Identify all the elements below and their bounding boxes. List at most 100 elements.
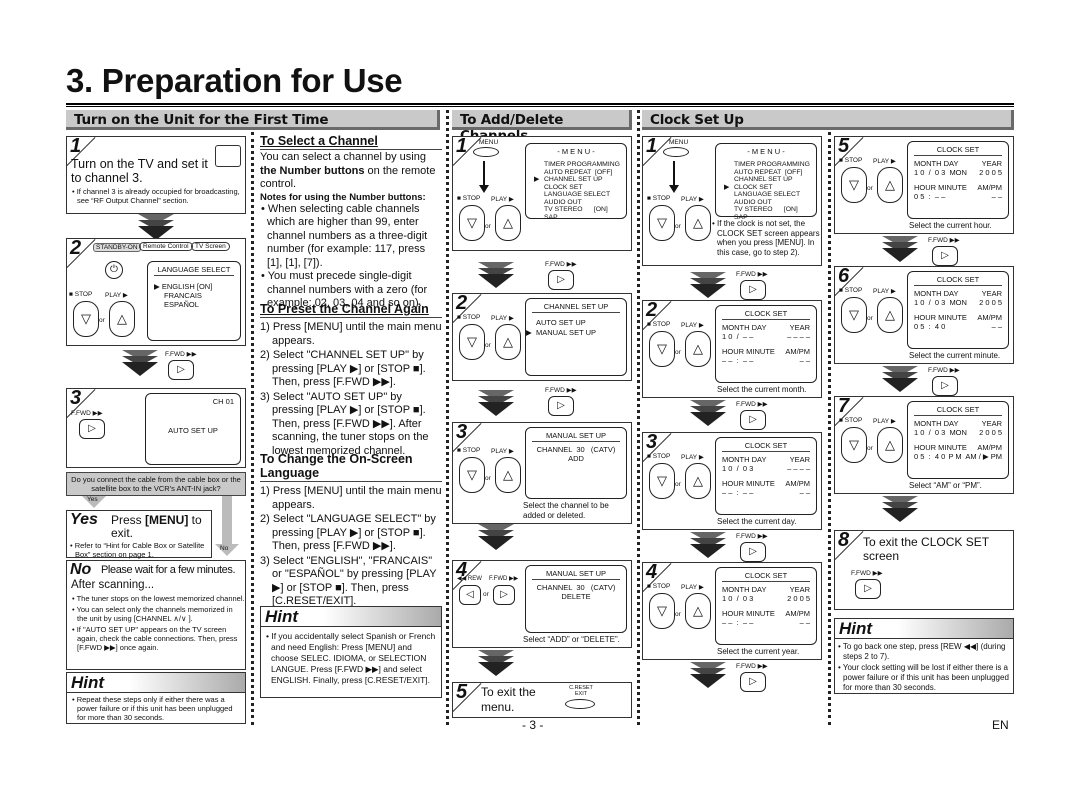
tv-screen-clock-set: CLOCK SET MONTH DAY YEAR 1 0 / 0 3 MON 2 0… — [907, 271, 1009, 349]
down-arrow-icon — [122, 350, 158, 386]
play-up-button[interactable]: △ — [877, 167, 903, 203]
stop-down-button[interactable]: ▽ — [649, 331, 675, 367]
hint-title: Hint — [835, 619, 1013, 639]
play-up-button[interactable]: △ — [685, 331, 711, 367]
screen-title: CLOCK SET — [722, 441, 810, 452]
play-up-button[interactable]: △ — [685, 463, 711, 499]
menu-button[interactable] — [663, 147, 689, 157]
mode-value: DELETE — [561, 592, 591, 601]
time-value: 0 5 : – – — [914, 192, 946, 201]
screen-title: LANGUAGE SELECT — [154, 265, 234, 276]
column-divider — [637, 110, 640, 725]
step-number: 8 — [838, 529, 850, 551]
stop-down-button[interactable]: ▽ — [73, 301, 99, 337]
time-value: – – : – – — [722, 488, 754, 497]
date-values: 1 0 / 0 3 MON 2 0 0 5 — [914, 168, 1002, 177]
column-divider — [828, 132, 831, 725]
note-item: • The tuner stops on the lowest memorize… — [72, 594, 245, 603]
stop-down-button[interactable]: ▽ — [841, 297, 867, 333]
ffwd-button[interactable]: ▷ — [548, 270, 574, 290]
menu-item: TV STEREO [ON] — [734, 206, 798, 213]
play-up-button[interactable]: △ — [877, 427, 903, 463]
ffwd-button[interactable]: ▷ — [493, 585, 515, 605]
ffwd-button[interactable]: ▷ — [548, 396, 574, 416]
time-values: – – : – – – – — [722, 488, 810, 497]
stop-down-button[interactable]: ▽ — [649, 593, 675, 629]
play-up-button[interactable]: △ — [495, 324, 521, 360]
play-up-button[interactable]: △ — [495, 205, 521, 241]
ffwd-button[interactable]: ▷ — [855, 579, 881, 599]
hint-box-language: Hint • If you accidentally select Spanis… — [260, 606, 442, 698]
stop-label: ■ STOP — [839, 287, 863, 294]
menu-item: LANGUAGE SELECT — [734, 191, 801, 198]
date-headers: MONTH DAY YEAR — [722, 585, 810, 594]
screen-title: CLOCK SET — [722, 571, 810, 582]
stop-down-button[interactable]: ▽ — [459, 324, 485, 360]
step-caption: Select the current year. — [717, 647, 800, 656]
first-time-step-3: 3 F.FWD ▶▶ ▷ CH 01 AUTO SET UP — [66, 387, 246, 468]
power-button-icon[interactable]: ⏻ — [105, 261, 123, 279]
menu-label: MENU — [479, 139, 499, 146]
stop-down-button[interactable]: ▽ — [841, 427, 867, 463]
selection-arrow-icon: ▶ — [534, 176, 540, 183]
step-number: 4 — [646, 561, 658, 583]
time-values: 0 5 : – – – – — [914, 192, 1002, 201]
time-value: 0 5 : 4 0 — [914, 452, 946, 461]
menu-item: AUTO REPEAT [OFF] — [734, 168, 803, 176]
ampm-value: – – — [799, 618, 810, 627]
ffwd-button[interactable]: ▷ — [932, 246, 958, 266]
ffwd-button[interactable]: ▷ — [79, 419, 105, 439]
time-headers: HOUR MINUTE AM/PM — [914, 313, 1002, 322]
play-up-button[interactable]: △ — [877, 297, 903, 333]
play-up-button[interactable]: △ — [685, 593, 711, 629]
stop-down-button[interactable]: ▽ — [649, 463, 675, 499]
tv-screen-channel-setup: CHANNEL SET UP AUTO SET UP MANUAL SET UP ▶ — [525, 298, 627, 376]
stop-down-button[interactable]: ▽ — [459, 205, 485, 241]
language-code: EN — [992, 718, 1009, 732]
step-number: 7 — [838, 395, 850, 417]
menu-item: CHANNEL SET UP ▶ — [534, 176, 603, 183]
hint-title: Hint — [261, 607, 441, 627]
add-delete-step-3: 3 ■ STOP PLAY ▶ ▽ or △ MANUAL SET UP CHA… — [452, 421, 632, 524]
play-up-button[interactable]: △ — [495, 457, 521, 493]
note-item: • When selecting cable channels which ar… — [261, 202, 428, 269]
clock-step-6: 6 ■ STOP PLAY ▶ ▽ or △ CLOCK SET MONTH D… — [834, 265, 1014, 364]
play-up-button[interactable]: △ — [685, 205, 711, 241]
date-value: 1 0 / 0 3 MON — [914, 298, 967, 307]
down-arrow-icon — [882, 496, 918, 532]
ffwd-button[interactable]: ▷ — [740, 672, 766, 692]
ffwd-button[interactable]: ▷ — [168, 360, 194, 380]
ffwd-button[interactable]: ▷ — [740, 542, 766, 562]
screen-title: CLOCK SET — [914, 145, 1002, 156]
tv-screen-manual-setup: MANUAL SET UP CHANNEL 30 (CATV) DELETE — [525, 565, 627, 633]
stop-label: ■ STOP — [69, 291, 93, 298]
time-headers: HOUR MINUTE AM/PM — [914, 183, 1002, 192]
play-label: PLAY ▶ — [681, 196, 704, 203]
tv-screen-auto-setup: CH 01 AUTO SET UP — [145, 393, 241, 465]
menu-item: MANUAL SET UP ▶ — [526, 328, 597, 337]
play-up-button[interactable]: △ — [109, 301, 135, 337]
page-number: - 3 - — [522, 718, 544, 732]
menu-item: TV STEREO [ON] — [544, 206, 608, 213]
ffwd-label: F.FWD ▶▶ — [736, 533, 768, 540]
menu-item: TIMER PROGRAMMING — [544, 161, 620, 168]
section-header-first-time: Turn on the Unit for the First Time — [66, 110, 440, 130]
ffwd-button[interactable]: ▷ — [932, 376, 958, 396]
stop-down-button[interactable]: ▽ — [649, 205, 675, 241]
menu-list: TIMER PROGRAMMING AUTO REPEAT [OFF] CHANNE… — [722, 161, 810, 221]
play-label: PLAY ▶ — [491, 315, 514, 322]
stop-down-button[interactable]: ▽ — [841, 167, 867, 203]
yes-text: Press [MENU] to exit. — [111, 513, 202, 540]
down-arrow-icon — [479, 185, 489, 193]
language-step: 1) Press [MENU] until the main menu appe… — [260, 485, 442, 511]
stop-down-button[interactable]: ▽ — [459, 457, 485, 493]
ffwd-button[interactable]: ▷ — [740, 280, 766, 300]
ffwd-button[interactable]: ▷ — [740, 410, 766, 430]
stop-label: ■ STOP — [457, 195, 481, 202]
menu-button[interactable] — [473, 147, 499, 157]
creset-exit-button[interactable] — [565, 699, 595, 709]
rew-button[interactable]: ◁ — [459, 585, 481, 605]
date-value: 1 0 / – – — [722, 332, 754, 341]
step-caption: Select the current day. — [717, 517, 797, 526]
creset-exit-label: C.RESET EXIT — [569, 685, 593, 697]
